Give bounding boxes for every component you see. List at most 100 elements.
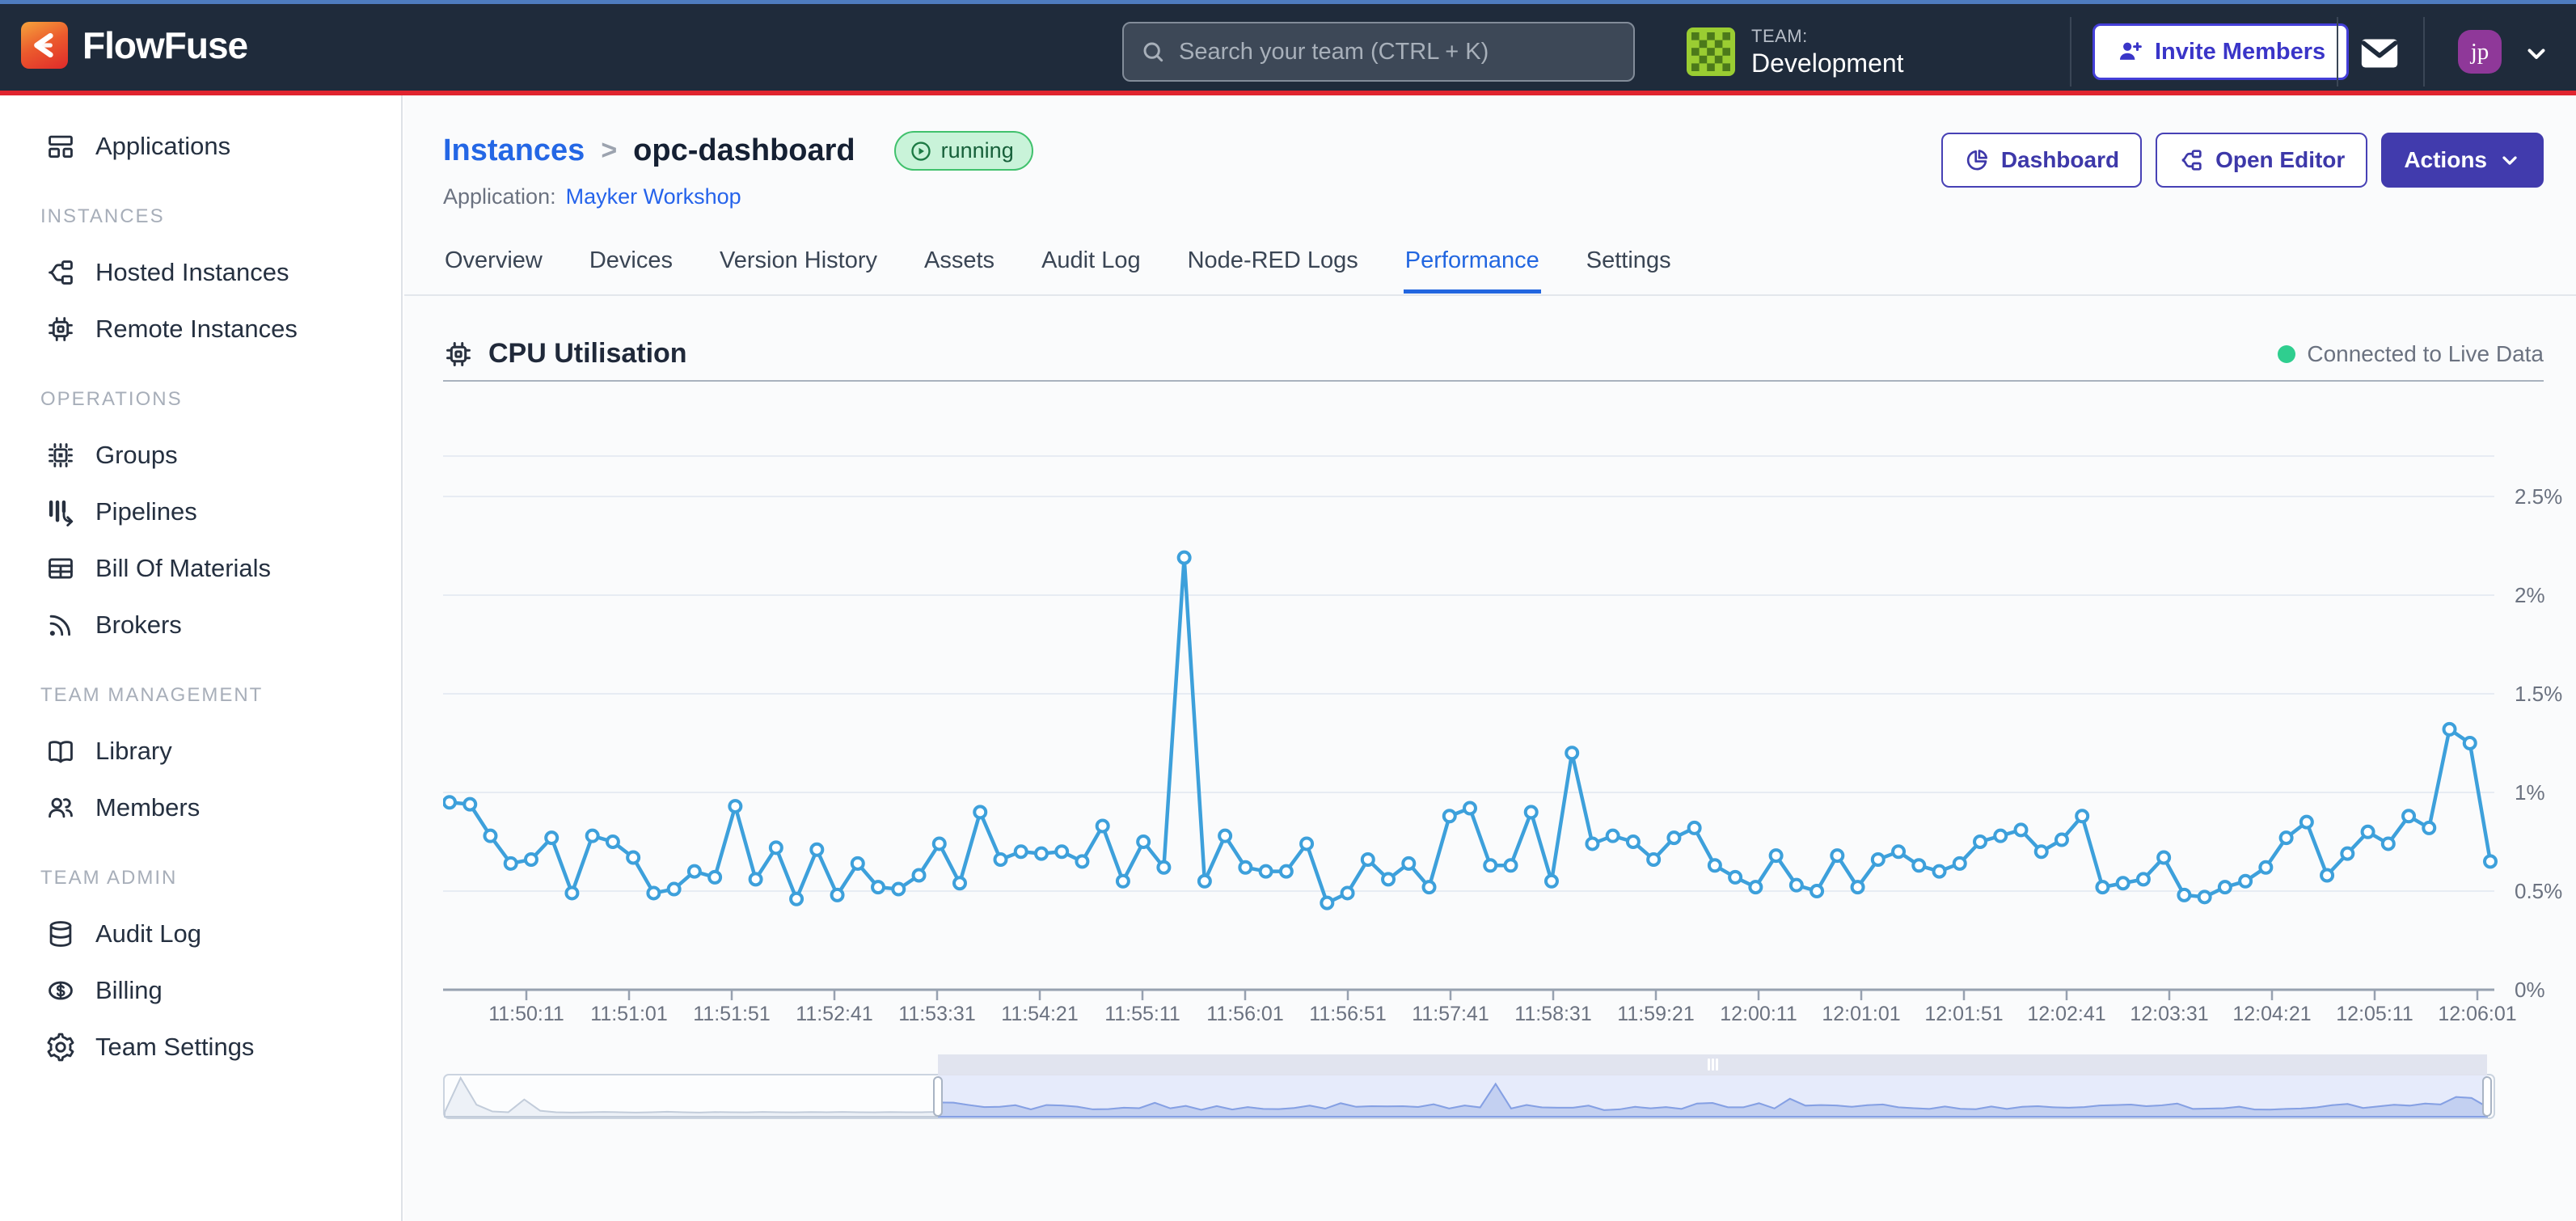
x-tick-label: 12:05:11 (2336, 1003, 2413, 1025)
flowfuse-logo[interactable]: FlowFuse (21, 22, 247, 69)
team-label: TEAM: (1751, 26, 1904, 47)
user-initials: jp (2471, 39, 2489, 65)
cpu-chart: 11:50:1111:51:0111:51:5111:52:4111:53:31… (443, 450, 2576, 1039)
data-point-marker (546, 832, 557, 843)
notifications-mail-icon[interactable] (2357, 31, 2402, 73)
data-point-marker (1464, 803, 1476, 814)
brush-handle[interactable] (2483, 1077, 2491, 1116)
user-plus-icon (2116, 38, 2143, 65)
cpu-line-chart[interactable]: 11:50:1111:51:0111:51:5111:52:4111:53:31… (443, 450, 2576, 1035)
data-point-marker (1709, 860, 1721, 871)
data-point-marker (2240, 876, 2251, 887)
chart-title: CPU Utilisation (488, 338, 687, 370)
sidebar-item-label: Applications (95, 132, 230, 161)
y-tick-label: 1% (2515, 780, 2545, 805)
invite-members-button[interactable]: Invite Members (2092, 23, 2349, 80)
x-tick-label: 12:02:41 (2027, 1003, 2105, 1025)
sidebar-item-applications[interactable]: Applications (0, 118, 401, 175)
x-tick-label: 12:01:51 (1924, 1003, 2003, 1025)
dashboard-button-label: Dashboard (2001, 147, 2119, 173)
sidebar-item-billing[interactable]: Billing (0, 962, 401, 1019)
data-point-marker (2036, 846, 2047, 857)
team-name: Development (1751, 49, 1904, 78)
sidebar-item-label: Brokers (95, 610, 182, 640)
data-point-marker (1076, 856, 1087, 867)
chart-range-brush[interactable] (443, 1048, 2497, 1132)
tab-node-red-logs[interactable]: Node-RED Logs (1186, 243, 1360, 289)
actions-button-label: Actions (2404, 147, 2487, 173)
data-point-marker (1628, 836, 1639, 847)
live-dot-icon (2278, 345, 2295, 363)
application-label: Application: (443, 184, 556, 209)
data-point-marker (669, 884, 680, 895)
tab-settings[interactable]: Settings (1585, 243, 1673, 289)
sidebar-item-label: Pipelines (95, 497, 197, 526)
sidebar-item-label: Members (95, 793, 200, 822)
sidebar-item-brokers[interactable]: Brokers (0, 597, 401, 653)
data-point-marker (1383, 873, 1394, 885)
search-icon (1140, 39, 1166, 65)
sidebar-item-label: Remote Instances (95, 315, 298, 344)
tab-version-history[interactable]: Version History (718, 243, 879, 289)
brush-handle[interactable] (934, 1077, 942, 1116)
data-point-marker (1056, 846, 1067, 857)
tab-audit-log[interactable]: Audit Log (1040, 243, 1142, 289)
sidebar-item-library[interactable]: Library (0, 723, 401, 779)
data-point-marker (1648, 854, 1659, 865)
open-editor-button[interactable]: Open Editor (2156, 133, 2367, 188)
y-tick-label: 2.5% (2515, 484, 2562, 509)
sidebar-item-remote-instances[interactable]: Remote Instances (0, 301, 401, 357)
data-point-marker (587, 830, 598, 842)
pie-chart-icon (1964, 147, 1990, 173)
sidebar-item-members[interactable]: Members (0, 779, 401, 836)
sidebar-item-team-settings[interactable]: Team Settings (0, 1019, 401, 1075)
x-tick-label: 12:03:31 (2130, 1003, 2208, 1025)
tab-assets[interactable]: Assets (923, 243, 996, 289)
data-point-marker (1016, 846, 1027, 857)
breadcrumb-instances-link[interactable]: Instances (443, 133, 585, 168)
sidebar-item-audit-log[interactable]: Audit Log (0, 906, 401, 962)
data-point-marker (2158, 852, 2169, 864)
data-point-marker (934, 838, 945, 849)
sidebar-item-label: Bill Of Materials (95, 554, 271, 583)
data-point-marker (995, 854, 1006, 865)
sidebar-item-hosted-instances[interactable]: Hosted Instances (0, 244, 401, 301)
data-point-marker (1526, 806, 1537, 818)
application-link[interactable]: Mayker Workshop (566, 184, 741, 209)
search-input[interactable] (1177, 38, 1617, 66)
brush-grip-icon[interactable] (1712, 1058, 1714, 1071)
sidebar-item-groups[interactable]: Groups (0, 427, 401, 484)
data-point-marker (2076, 810, 2088, 822)
data-point-marker (1342, 887, 1353, 898)
x-tick-label: 12:01:01 (1822, 1003, 1900, 1025)
data-point-marker (1444, 810, 1455, 822)
data-point-marker (1424, 881, 1435, 893)
tab-devices[interactable]: Devices (588, 243, 674, 289)
dashboard-button[interactable]: Dashboard (1941, 133, 2142, 188)
sidebar-item-bill-of-materials[interactable]: Bill Of Materials (0, 540, 401, 597)
data-point-marker (526, 854, 537, 865)
user-avatar[interactable]: jp (2458, 30, 2502, 74)
data-point-marker (791, 894, 802, 905)
tab-performance[interactable]: Performance (1404, 243, 1541, 294)
applications-icon (45, 131, 76, 162)
tab-overview[interactable]: Overview (443, 243, 544, 289)
data-point-marker (1995, 830, 2006, 842)
team-search[interactable] (1122, 22, 1635, 82)
user-menu-chevron-down-icon[interactable] (2523, 40, 2550, 64)
hosted-instances-icon (45, 257, 76, 288)
data-point-marker (1893, 846, 1904, 857)
brush-grip-icon[interactable] (1716, 1058, 1718, 1071)
navbar-divider (2423, 17, 2425, 87)
data-point-marker (1607, 830, 1619, 842)
sidebar-item-pipelines[interactable]: Pipelines (0, 484, 401, 540)
brush-grip-icon[interactable] (1708, 1058, 1710, 1071)
x-tick-label: 11:51:51 (693, 1003, 770, 1025)
status-badge-label: running (941, 138, 1014, 163)
data-point-marker (464, 799, 475, 810)
data-point-marker (2219, 881, 2231, 893)
data-point-marker (1852, 881, 1864, 893)
x-tick-label: 11:58:31 (1514, 1003, 1591, 1025)
data-point-marker (852, 858, 864, 869)
actions-button[interactable]: Actions (2381, 133, 2544, 188)
